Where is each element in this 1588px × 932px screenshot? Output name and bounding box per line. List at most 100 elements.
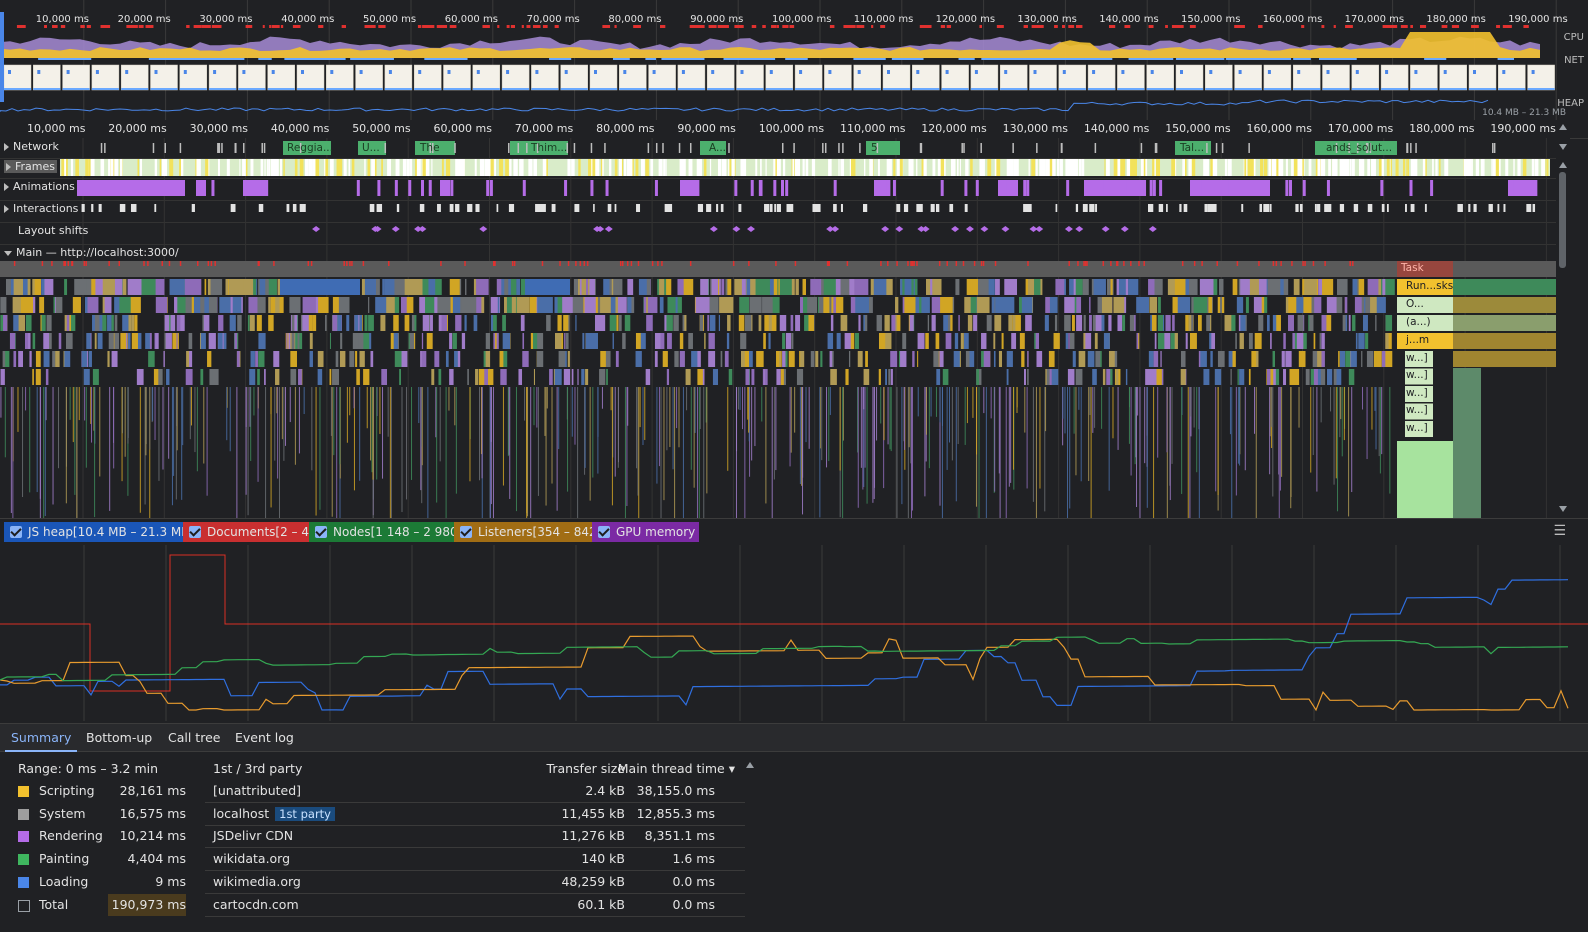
- party-table-row[interactable]: [unattributed] 2.4 kB 38,155.0 ms: [205, 780, 745, 803]
- expand-arrow-icon[interactable]: [4, 143, 9, 151]
- animations-track-label[interactable]: Animations: [4, 180, 75, 193]
- long-task-marker: [1471, 25, 1479, 28]
- screenshot-thumbnail: [33, 64, 61, 91]
- counter-toggle[interactable]: GPU memory: [592, 522, 700, 542]
- tab-bottom-up[interactable]: Bottom-up: [86, 730, 152, 745]
- tab-summary[interactable]: Summary: [4, 730, 78, 752]
- category-color-swatch: [18, 854, 29, 866]
- col-main-thread-time[interactable]: Main thread time ▾: [618, 758, 735, 780]
- screenshot-marker: [1414, 70, 1418, 74]
- screenshot-thumbnail: [443, 64, 471, 91]
- screenshot-bar: [560, 88, 588, 90]
- tracks-panel[interactable]: Network Frames Animations Interactions L…: [0, 138, 1570, 518]
- main-track-label[interactable]: Main — http://localhost:3000/: [4, 246, 179, 259]
- counter-toggle[interactable]: Listeners[354 – 842]: [454, 522, 606, 542]
- tab-call-tree[interactable]: Call tree: [168, 730, 220, 745]
- screenshot-marker: [154, 70, 158, 74]
- flame-entry-label: (a...): [1406, 316, 1431, 328]
- net-bar: [645, 58, 656, 60]
- screenshot-marker: [359, 70, 363, 74]
- screenshot-bar: [1351, 88, 1379, 90]
- long-task-marker: [554, 25, 559, 28]
- party-name: wikimedia.org: [213, 873, 301, 889]
- checkbox-checked-icon[interactable]: [315, 526, 327, 538]
- screenshot-marker: [476, 70, 480, 74]
- party-table-row[interactable]: localhost 1st party 11,455 kB 12,855.3 ms: [205, 803, 745, 826]
- col-party[interactable]: 1st / 3rd party: [213, 758, 302, 780]
- long-task-marker: [292, 25, 299, 28]
- screenshot-marker: [681, 70, 685, 74]
- transfer-size-cell: 60.1 kB: [577, 896, 625, 912]
- expand-arrow-icon[interactable]: [4, 183, 9, 191]
- party-table-row[interactable]: cartocdn.com 60.1 kB 0.0 ms: [205, 894, 745, 917]
- transfer-size-cell: 11,276 kB: [561, 828, 625, 844]
- party-table-row[interactable]: wikimedia.org 48,259 kB 0.0 ms: [205, 871, 745, 894]
- screenshot-bar: [1498, 88, 1526, 90]
- party-table-row[interactable]: wikidata.org 140 kB 1.6 ms: [205, 848, 745, 872]
- scroll-up-icon[interactable]: [1559, 124, 1567, 130]
- screenshot-thumbnail: [355, 64, 383, 91]
- screenshot-bar: [121, 88, 149, 90]
- screenshot-bar: [970, 88, 998, 90]
- long-task-marker: [318, 25, 324, 28]
- interactions-track-label[interactable]: Interactions: [4, 202, 78, 215]
- screenshot-thumbnail: [1468, 64, 1497, 91]
- overview-tick-label: 150,000 ms: [1181, 14, 1241, 25]
- long-task-marker: [762, 25, 766, 28]
- screenshot-marker: [652, 70, 656, 74]
- screenshot-bar: [502, 88, 530, 90]
- long-task-marker: [341, 25, 347, 28]
- screenshot-marker: [535, 70, 539, 74]
- scroll-down-icon[interactable]: [1559, 144, 1567, 150]
- category-color-swatch: [18, 808, 29, 820]
- frames-track-label[interactable]: Frames: [4, 160, 58, 173]
- scrollbar-thumb[interactable]: [1559, 172, 1566, 268]
- counter-toggle[interactable]: JS heap[10.4 MB – 21.3 MB]: [4, 522, 199, 542]
- collapse-arrow-icon[interactable]: [4, 250, 12, 256]
- checkbox-checked-icon[interactable]: [189, 526, 201, 538]
- net-bar: [51, 58, 92, 60]
- party-name: wikidata.org: [213, 851, 291, 867]
- party-table-scrollbar[interactable]: [746, 762, 754, 932]
- scroll-up-icon[interactable]: [746, 762, 754, 768]
- screenshot-bar: [1469, 88, 1496, 90]
- screenshot-marker: [974, 70, 978, 74]
- screenshot-bar: [91, 88, 119, 90]
- ruler-tick-label: 40,000 ms: [270, 122, 330, 135]
- flame-entry-label: Task: [1401, 262, 1424, 274]
- long-task-marker: [1400, 25, 1407, 28]
- main-thread-time-cell: 1.6 ms: [672, 851, 715, 867]
- counter-label: Nodes[1 148 – 2 980]: [333, 525, 463, 539]
- timeline-overview[interactable]: CPU NET HEAP 10.4 MB – 21.3 MB 10,000 ms…: [0, 0, 1588, 121]
- expand-arrow-icon[interactable]: [4, 205, 9, 213]
- tab-event-log[interactable]: Event log: [235, 730, 294, 745]
- long-task-marker: [1301, 25, 1305, 28]
- expand-arrow-icon[interactable]: [6, 163, 11, 171]
- overview-tick-label: 130,000 ms: [1017, 14, 1077, 25]
- party-table-row[interactable]: JSDelivr CDN 11,276 kB 8,351.1 ms: [205, 825, 745, 849]
- counter-toggle[interactable]: Nodes[1 148 – 2 980]: [309, 522, 467, 542]
- screenshot-thumbnail: [1205, 64, 1233, 91]
- category-label: Rendering: [39, 828, 103, 844]
- screenshot-thumbnail: [1410, 64, 1438, 91]
- overview-tick-label: 50,000 ms: [363, 14, 417, 25]
- main-thread-time-cell: 0.0 ms: [672, 896, 715, 912]
- menu-icon[interactable]: ☰: [1553, 523, 1566, 539]
- scroll-up-icon[interactable]: [1559, 162, 1567, 168]
- checkbox-checked-icon[interactable]: [10, 526, 22, 538]
- screenshot-marker: [8, 70, 11, 74]
- long-task-marker: [482, 25, 490, 28]
- checkbox-checked-icon[interactable]: [460, 526, 472, 538]
- col-transfer-size[interactable]: Transfer size: [547, 758, 625, 780]
- network-track-label[interactable]: Network: [4, 140, 59, 153]
- checkbox-checked-icon[interactable]: [598, 526, 610, 538]
- scroll-down-icon[interactable]: [1559, 506, 1567, 512]
- tracks-scrollbar[interactable]: [1556, 120, 1570, 518]
- net-bar: [1084, 58, 1113, 60]
- counter-toggle[interactable]: Documents[2 – 4]: [183, 522, 318, 542]
- screenshot-marker: [564, 70, 568, 74]
- screenshot-bar: [1029, 88, 1057, 90]
- memory-counters-graph[interactable]: [0, 545, 1588, 721]
- screenshot-bar: [1263, 88, 1291, 90]
- main-thread-time-cell: 0.0 ms: [672, 873, 715, 889]
